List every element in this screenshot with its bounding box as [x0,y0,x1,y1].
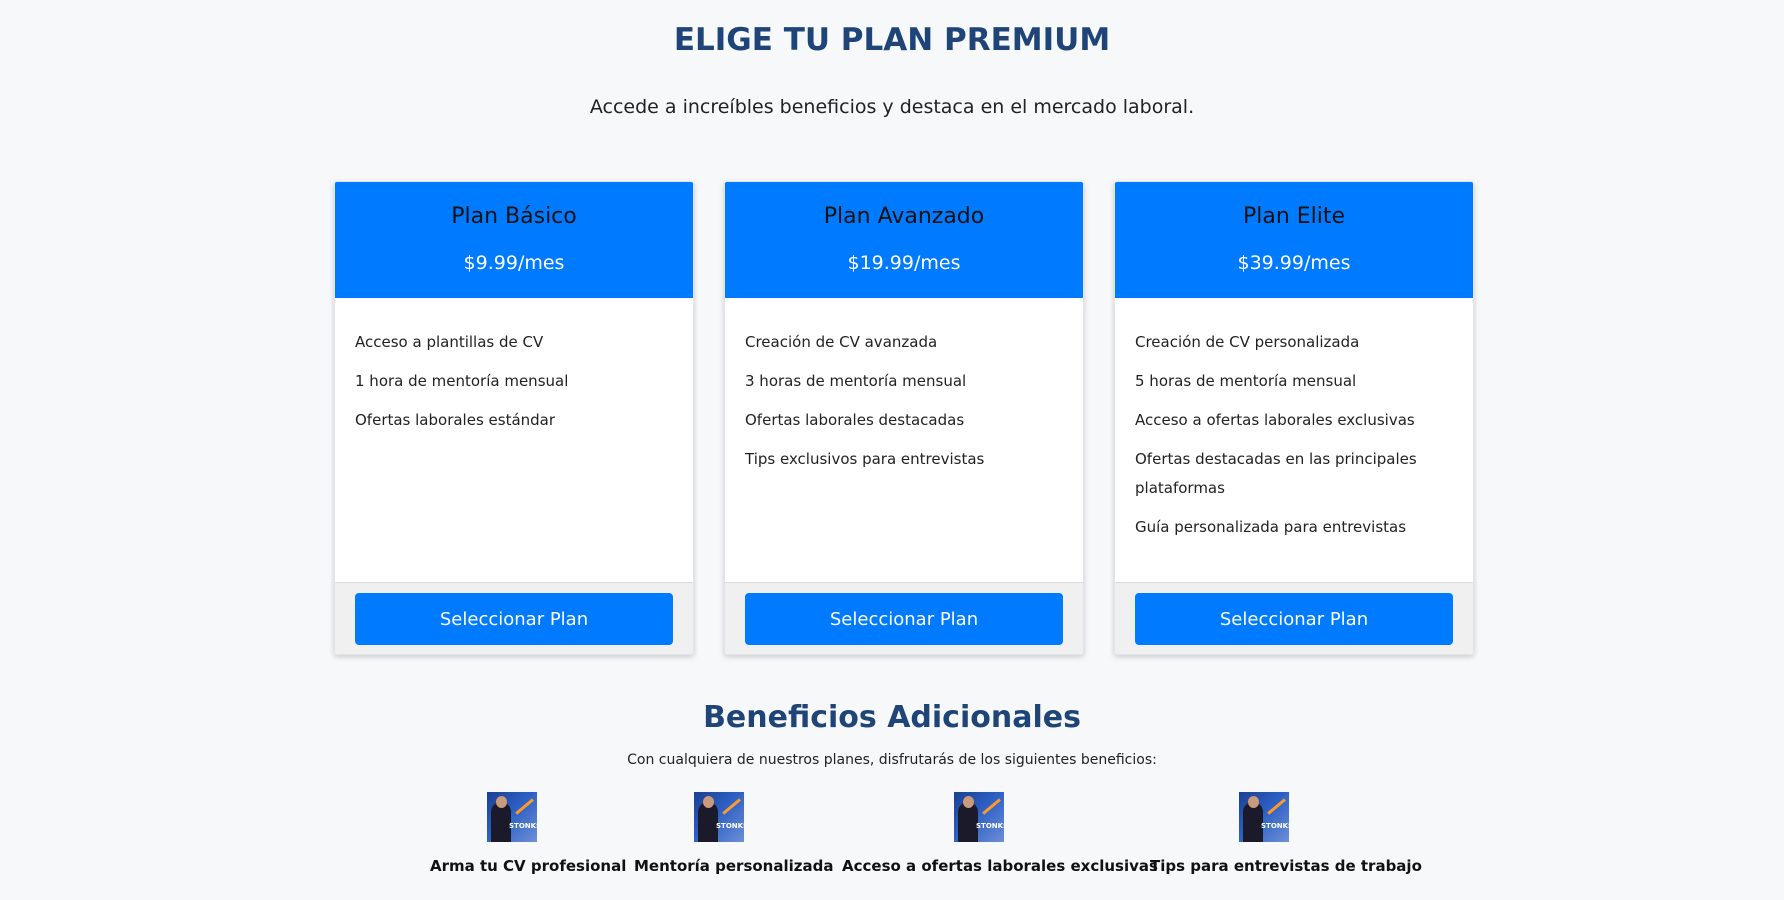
benefits-subtitle: Con cualquiera de nuestros planes, disfr… [627,752,1157,768]
benefits-title: Beneficios Adicionales [703,700,1081,735]
plan-feature-list: Creación de CV personalizada 5 horas de … [1135,328,1453,542]
plan-feature: Ofertas laborales destacadas [745,411,965,429]
benefit-image: STONKS [694,792,744,842]
benefit-image: STONKS [954,792,1004,842]
benefit-label: Tips para entrevistas de trabajo [1150,857,1422,875]
plan-card-body: Creación de CV avanzada 3 horas de mento… [725,298,1083,582]
select-plan-button[interactable]: Seleccionar Plan [745,593,1063,645]
benefit-label: Acceso a ofertas laborales exclusivas [842,857,1158,875]
plan-card-footer: Seleccionar Plan [1115,582,1473,654]
plan-feature: Guía personalizada para entrevistas [1135,518,1407,536]
benefit-image-figure [1243,802,1263,842]
select-plan-button[interactable]: Seleccionar Plan [1135,593,1453,645]
plan-card-basico: Plan Básico $9.99/mes Acceso a plantilla… [334,181,694,655]
benefit-image: STONKS [487,792,537,842]
plan-price: $39.99/mes [1237,252,1351,274]
plan-name: Plan Básico [451,204,577,229]
plan-card-header: Plan Elite $39.99/mes [1115,182,1473,298]
pricing-page: ELIGE TU PLAN PREMIUM Accede a increíble… [0,0,1784,900]
plan-name: Plan Elite [1242,204,1346,229]
benefit-image-face [1248,796,1259,808]
benefit-label: Arma tu CV profesional [430,857,627,875]
plan-feature-list: Creación de CV avanzada 3 horas de mento… [745,328,1063,474]
plan-feature: 5 horas de mentoría mensual [1135,372,1357,390]
plan-feature: Creación de CV avanzada [745,333,938,351]
benefit-image-arrow [515,798,534,815]
plan-feature: Acceso a ofertas laborales exclusivas [1135,411,1415,429]
plan-price: $9.99/mes [463,252,565,274]
benefit-image-figure [698,802,718,842]
plan-card-header: Plan Avanzado $19.99/mes [725,182,1083,298]
plan-name: Plan Avanzado [823,204,985,229]
benefit-image-arrow [982,798,1001,815]
plan-feature: 3 horas de mentoría mensual [745,372,967,390]
plan-card-body: Creación de CV personalizada 5 horas de … [1115,298,1473,582]
plan-feature: Ofertas laborales estándar [355,411,556,429]
benefit-image-text: STONKS [716,822,744,830]
benefit-item: STONKS Tips para entrevistas de trabajo [1150,792,1422,875]
plan-card-header: Plan Básico $9.99/mes [335,182,693,298]
benefit-image: STONKS [1239,792,1289,842]
benefit-image-arrow [1267,798,1286,815]
page-subtitle: Accede a increíbles beneficios y destaca… [589,96,1195,118]
benefit-image-face [496,796,507,808]
plan-feature: Creación de CV personalizada [1135,333,1360,351]
benefit-image-text: STONKS [1261,822,1289,830]
benefit-image-face [963,796,974,808]
plan-card-footer: Seleccionar Plan [725,582,1083,654]
select-plan-button[interactable]: Seleccionar Plan [355,593,673,645]
benefit-item: STONKS Mentoría personalizada [634,792,834,875]
plan-feature: Acceso a plantillas de CV [355,333,544,351]
plan-feature: Tips exclusivos para entrevistas [745,450,985,468]
page-title: ELIGE TU PLAN PREMIUM [673,22,1111,58]
benefit-image-arrow [722,798,741,815]
plan-feature-list: Acceso a plantillas de CV 1 hora de ment… [355,328,673,435]
benefit-item: STONKS Acceso a ofertas laborales exclus… [842,792,1158,875]
plan-card-footer: Seleccionar Plan [335,582,693,654]
benefit-image-text: STONKS [976,822,1004,830]
plan-feature: 1 hora de mentoría mensual [355,372,569,390]
benefit-image-face [703,796,714,808]
benefit-label: Mentoría personalizada [634,857,834,875]
plan-feature: Ofertas destacadas en las principales pl… [1135,450,1417,497]
plan-card-body: Acceso a plantillas de CV 1 hora de ment… [335,298,693,582]
benefit-image-figure [958,802,978,842]
plan-card-elite: Plan Elite $39.99/mes Creación de CV per… [1114,181,1474,655]
plan-price: $19.99/mes [847,252,961,274]
benefit-item: STONKS Arma tu CV profesional [430,792,627,875]
benefit-image-text: STONKS [509,822,537,830]
benefit-image-figure [491,802,511,842]
plan-card-avanzado: Plan Avanzado $19.99/mes Creación de CV … [724,181,1084,655]
